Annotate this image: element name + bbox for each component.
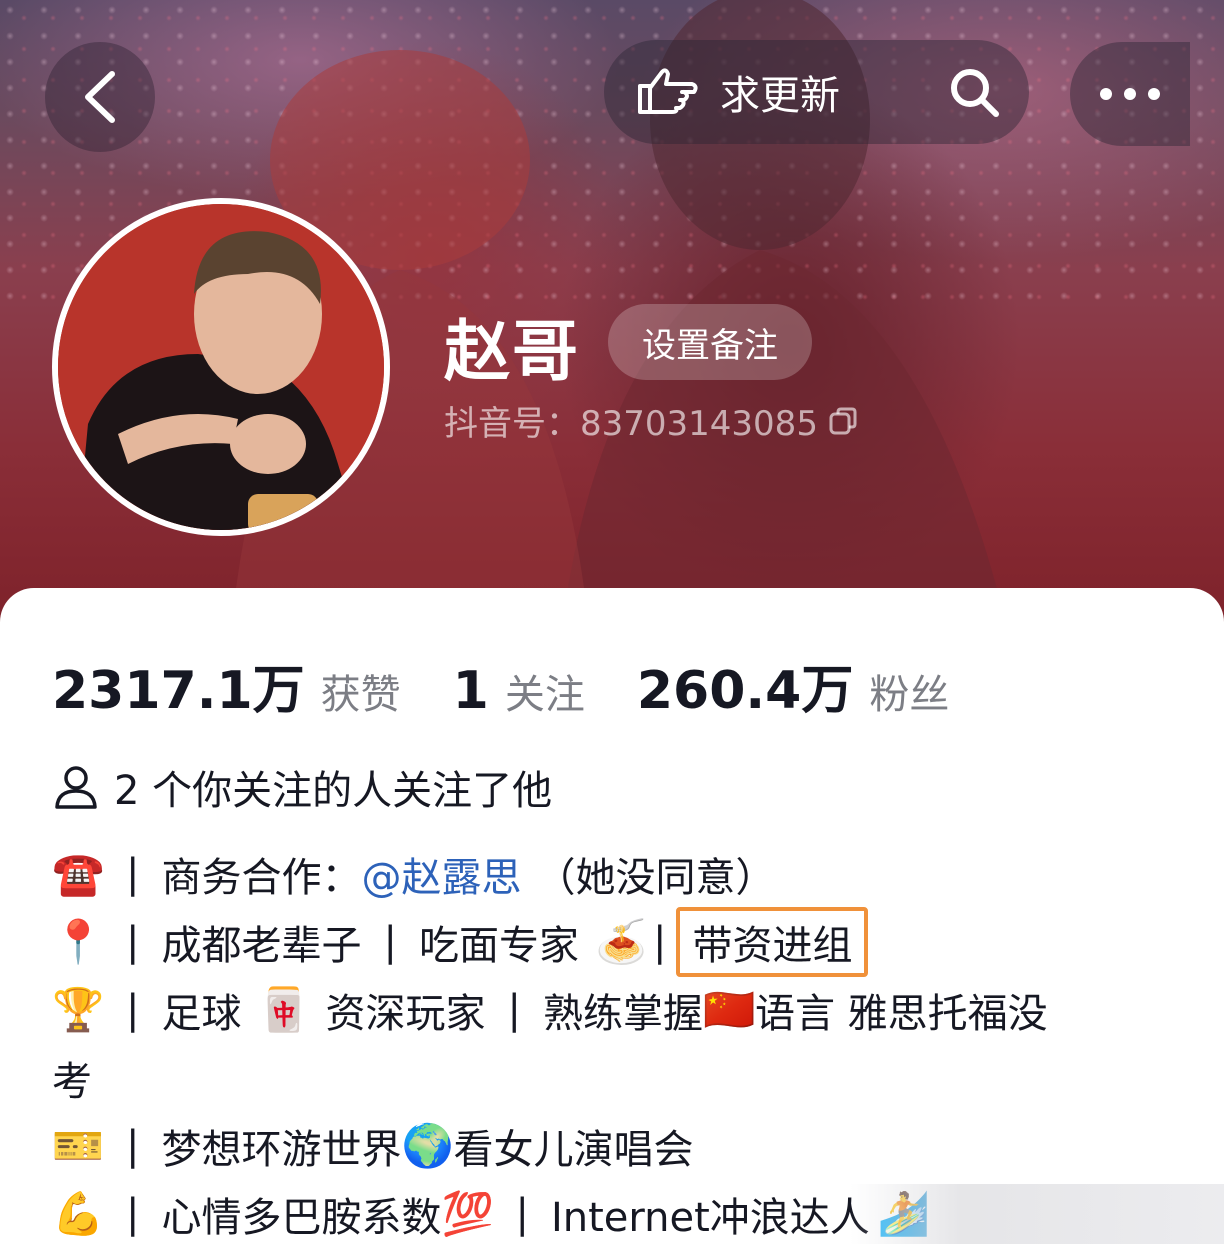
chevron-left-icon xyxy=(85,71,115,123)
bio-line-dream: 🎫 | 梦想环游世界 🌍 看女儿演唱会 xyxy=(52,1121,694,1173)
profile-name: 赵哥 xyxy=(444,313,580,390)
mutual-follow-text: 2 个你关注的人关注了他 xyxy=(114,768,553,814)
set-remark-button[interactable]: 设置备注 xyxy=(608,304,812,380)
profile-info-card: 2317.1万 获赞 1 关注 260.4万 粉丝 2 个你关注的人关注了他 ☎… xyxy=(0,588,1224,1253)
following-label: 关注 xyxy=(504,672,585,718)
search-icon[interactable] xyxy=(948,66,1002,120)
following-count[interactable]: 1 xyxy=(453,661,489,721)
douyin-id: 抖音号：83703143085 xyxy=(444,396,858,445)
request-update-label: 求更新 xyxy=(720,73,840,119)
ticket-icon: 🎫 xyxy=(52,1121,105,1170)
bio-line-location: 📍 | 成都老辈子 | 吃面专家 🍝 | 带资进组 xyxy=(52,907,1172,977)
followers-count[interactable]: 260.4万 xyxy=(637,648,853,723)
mention-link[interactable]: @赵露思 xyxy=(361,845,521,903)
bio-line-business: ☎️ | 商务合作： @赵露思 （她没同意） xyxy=(52,840,1172,908)
flexed-biceps-icon: 💪 xyxy=(52,1189,105,1238)
avatar-portrait xyxy=(58,204,384,530)
hand-point-icon xyxy=(638,68,698,114)
more-dots-icon xyxy=(1100,88,1112,100)
china-flag-icon: 🇨🇳 xyxy=(702,985,756,1034)
pin-icon: 📍 xyxy=(52,917,105,966)
douyin-id-text: 抖音号：83703143085 xyxy=(444,404,818,444)
person-icon xyxy=(55,766,97,809)
profile-stats: 2317.1万 获赞 1 关注 260.4万 粉丝 xyxy=(52,648,949,723)
followers-label: 粉丝 xyxy=(869,672,950,718)
request-update-button[interactable]: 求更新 xyxy=(636,40,840,144)
globe-icon: 🌍 xyxy=(401,1121,454,1170)
likes-label: 获赞 xyxy=(320,672,401,718)
hundred-points-icon: 💯 xyxy=(441,1189,494,1238)
mahjong-icon: 🀄 xyxy=(257,985,310,1034)
copy-icon[interactable] xyxy=(828,406,858,436)
mutual-follow-row[interactable]: 2 个你关注的人关注了他 xyxy=(52,758,552,816)
back-button[interactable] xyxy=(45,42,155,152)
spaghetti-icon: 🍝 xyxy=(594,917,648,966)
avatar[interactable] xyxy=(52,198,390,536)
highlighted-phrase: 带资进组 xyxy=(676,907,869,977)
watermark-overlay xyxy=(850,1184,1224,1244)
more-button[interactable] xyxy=(1070,42,1190,146)
profile-banner: 求更新 赵哥 设置备注 抖音号：83703143085 xyxy=(0,0,1224,640)
likes-count[interactable]: 2317.1万 xyxy=(52,648,305,723)
trophy-icon: 🏆 xyxy=(52,985,105,1034)
telephone-icon: ☎️ xyxy=(52,849,105,898)
header-action-pill: 求更新 xyxy=(604,40,1029,144)
bio-line-hobby-wrap: 考 xyxy=(52,1059,92,1105)
bio-line-hobby: 🏆 | 足球 🀄 资深玩家 | 熟练掌握 🇨🇳 语言 雅思托福没 xyxy=(52,985,1048,1037)
